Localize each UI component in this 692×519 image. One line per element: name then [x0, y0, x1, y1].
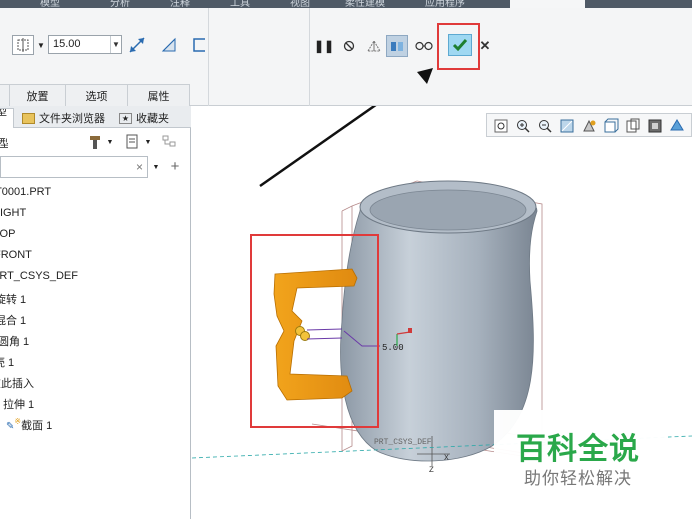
tree-item-revolve[interactable]: 旋转 1 [0, 291, 26, 311]
tree-item-section-label: 截面 1 [21, 420, 53, 432]
show-button[interactable] [123, 133, 141, 151]
navigator-tabs: 模型树 文件夹浏览器 ★ 收藏夹 [0, 106, 191, 128]
tree-item-csys[interactable]: PRT_CSYS_DEF [0, 270, 78, 290]
tree-filter-icon [162, 135, 176, 147]
tab-model-tree[interactable]: 模型树 [0, 108, 14, 128]
tree-item-right[interactable]: RIGHT [0, 207, 26, 227]
glasses-preview-button[interactable] [414, 37, 434, 55]
ribbon-tab-view[interactable]: 视图 [290, 0, 310, 8]
ribbon-tab-analysis[interactable]: 分析 [110, 0, 130, 8]
watermark: 百科全说 助你轻松解决 [494, 410, 668, 494]
subtab-spacer [0, 84, 10, 106]
tree-item-top[interactable]: TOP [0, 228, 15, 248]
cancel-button[interactable]: ✕ [478, 38, 492, 54]
axis-x-label: X [444, 454, 449, 463]
ribbon-tab-annotation[interactable]: 注释 [170, 0, 190, 8]
dashboard-subtabs: 放置 选项 属性 [0, 84, 190, 106]
preview-geometry-icon [367, 40, 381, 52]
tree-item-insert-here[interactable]: 在此插入 [0, 375, 34, 395]
tree-settings-button[interactable] [86, 133, 104, 151]
tree-item-part[interactable]: PRT0001.PRT [0, 186, 51, 206]
flip-arrows-icon [129, 37, 145, 53]
tree-item-shell[interactable]: 壳 1 [0, 354, 14, 374]
ribbon-tab-apps[interactable]: 应用程序 [425, 0, 465, 8]
watermark-title: 百科全说 [516, 433, 640, 466]
remove-material-button[interactable] [159, 36, 179, 54]
chevron-down-icon[interactable]: ▼ [144, 135, 152, 149]
verify-mode-button[interactable] [386, 35, 408, 57]
star-icon: ★ [119, 112, 132, 124]
tree-item-blend[interactable]: 混合 1 [0, 312, 26, 332]
tab-favorites-label: 收藏夹 [136, 113, 169, 125]
tree-item-section[interactable]: ✎※截面 1 [6, 417, 52, 437]
handle-highlight-box [250, 234, 379, 428]
ribbon-tab-strip: 模型 分析 注释 工具 视图 柔性建模 应用程序 [0, 0, 692, 8]
tab-folder-browser[interactable]: 文件夹浏览器 [18, 108, 109, 128]
chevron-down-icon[interactable]: ▼ [36, 37, 46, 53]
tab-properties[interactable]: 属性 [128, 84, 190, 106]
ribbon-tab-tools[interactable]: 工具 [230, 0, 250, 8]
depth-value-combo[interactable]: 15.00 ▼ [48, 35, 122, 54]
verify-mode-icon [391, 42, 403, 51]
tab-placement[interactable]: 放置 [10, 84, 66, 106]
tree-item-front[interactable]: FRONT [0, 249, 32, 269]
folder-icon [22, 112, 35, 124]
divider [309, 8, 310, 106]
tree-toolbar: 模型树 ▼ ▼ [0, 129, 191, 153]
document-icon [126, 134, 138, 149]
annotation-arrow [259, 106, 377, 188]
ribbon-tab-model[interactable]: 模型 [40, 0, 60, 8]
glasses-icon [415, 41, 433, 51]
tab-favorites[interactable]: ★ 收藏夹 [115, 108, 173, 128]
ribbon-tab-flexible[interactable]: 柔性建模 [345, 0, 385, 8]
thicken-icon [193, 38, 205, 52]
no-preview-icon [343, 40, 355, 52]
ribbon-tab-extrude[interactable] [510, 0, 585, 8]
tree-header-label: 模型树 [0, 138, 8, 150]
tree-search-input[interactable]: × [0, 156, 148, 178]
chevron-down-icon[interactable]: ▼ [106, 135, 114, 149]
pause-button[interactable]: ❚❚ [313, 38, 335, 54]
tree-filter-button[interactable] [160, 133, 180, 151]
blind-depth-icon [17, 38, 29, 52]
close-icon: ✕ [479, 38, 491, 53]
watermark-subtitle: 助你轻松解决 [524, 469, 632, 488]
tab-folder-browser-label: 文件夹浏览器 [39, 113, 105, 125]
no-preview-button[interactable] [341, 38, 357, 54]
clear-icon[interactable]: × [136, 160, 143, 174]
annotation-arrowhead [417, 68, 433, 84]
plus-icon: + [170, 157, 180, 175]
chevron-down-icon[interactable]: ▼ [152, 160, 160, 174]
depth-option-button[interactable] [12, 35, 34, 55]
tab-options[interactable]: 选项 [66, 84, 128, 106]
divider [208, 8, 209, 106]
dimension-value[interactable]: 5.00 [382, 343, 404, 353]
add-search-button[interactable]: + [168, 157, 182, 175]
cup-rim-inner [369, 189, 527, 231]
ok-button[interactable] [448, 34, 472, 56]
csys-label: PRT_CSYS_DEF [374, 438, 432, 447]
depth-value: 15.00 [53, 38, 81, 50]
remove-material-icon [161, 37, 176, 52]
chevron-down-icon[interactable]: ▼ [110, 36, 121, 53]
tree-item-extrude[interactable]: 拉伸 1 [3, 396, 34, 416]
tab-model-tree-label: 模型树 [0, 109, 9, 128]
hammer-icon [90, 136, 100, 149]
tree-header: 模型树 [0, 135, 8, 151]
navigator-panel: 模型树 文件夹浏览器 ★ 收藏夹 模型树 ▼ ▼ [0, 106, 191, 519]
thicken-sketch-button[interactable] [190, 36, 210, 54]
check-icon [452, 39, 468, 52]
preview-geometry-button[interactable] [364, 37, 384, 55]
pause-icon: ❚❚ [313, 39, 335, 53]
axis-z-label: Z [429, 466, 434, 475]
flip-direction-button[interactable] [127, 36, 147, 54]
tree-item-round[interactable]: 倒圆角 1 [0, 333, 29, 353]
